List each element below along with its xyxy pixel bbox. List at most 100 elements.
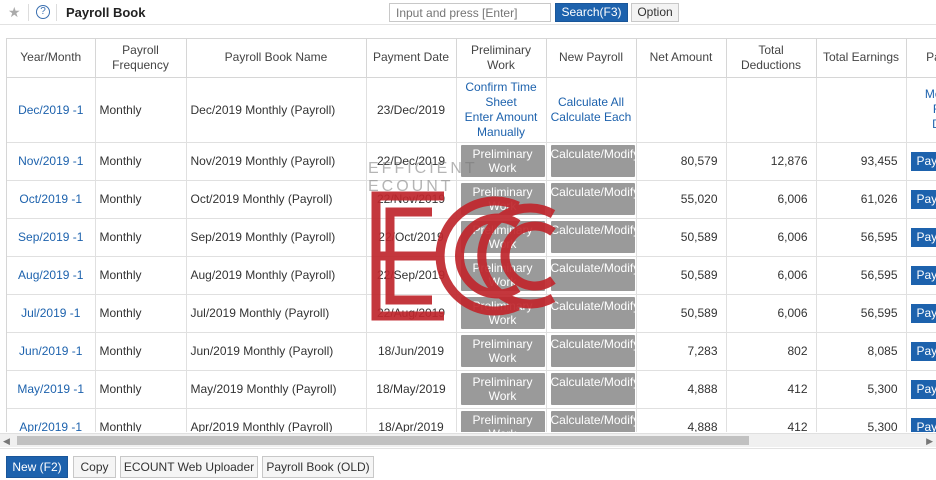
total-deductions-cell: 12,876 xyxy=(726,142,817,181)
preliminary-work-button[interactable]: Preliminary Work xyxy=(460,411,545,432)
total-earnings-cell: 56,595 xyxy=(816,256,907,295)
net-amount-cell: 50,589 xyxy=(636,294,727,333)
pay-cell: Pay xyxy=(906,332,936,371)
search-input[interactable] xyxy=(389,3,551,22)
calculate-modify-button[interactable]: Calculate/Modify xyxy=(550,335,635,367)
net-amount-cell: 7,283 xyxy=(636,332,727,371)
year-month-link[interactable]: Oct/2019 -1 xyxy=(7,180,96,219)
calculate-each-link[interactable]: Calculate Each xyxy=(551,110,632,125)
pay-cell: Pay xyxy=(906,370,936,409)
calculate-modify-button[interactable]: Calculate/Modify xyxy=(550,373,635,405)
preliminary-work-button[interactable]: Preliminary Work xyxy=(460,259,545,291)
net-amount-cell xyxy=(636,77,727,143)
pay-button[interactable]: Pay xyxy=(910,417,936,432)
pay-column-link[interactable]: F xyxy=(911,102,936,117)
table-row[interactable]: Jun/2019 -1 Monthly Jun/2019 Monthly (Payr… xyxy=(7,332,936,371)
calculate-modify-button[interactable]: Calculate/Modify xyxy=(550,297,635,329)
scroll-thumb[interactable] xyxy=(17,436,749,445)
page-title: Payroll Book xyxy=(66,5,146,20)
frequency-cell: Monthly xyxy=(95,180,187,219)
enter-amount-manually-link[interactable]: Enter Amount Manually xyxy=(461,110,542,140)
confirm-time-sheet-link[interactable]: Confirm Time Sheet xyxy=(461,80,542,110)
table-row[interactable]: Apr/2019 -1 Monthly Apr/2019 Monthly (Payr… xyxy=(7,408,936,432)
calculate-modify-button[interactable]: Calculate/Modify xyxy=(550,259,635,291)
year-month-link[interactable]: Aug/2019 -1 xyxy=(7,256,96,295)
pay-button[interactable]: Pay xyxy=(910,151,936,171)
table-row[interactable]: Nov/2019 -1 Monthly Nov/2019 Monthly (Payr… xyxy=(7,142,936,181)
pay-button[interactable]: Pay xyxy=(910,303,936,323)
calculate-modify-button[interactable]: Calculate/Modify xyxy=(550,183,635,215)
preliminary-work-button[interactable]: Preliminary Work xyxy=(460,145,545,177)
pay-button[interactable]: Pay xyxy=(910,341,936,361)
calculate-cell: Calculate/Modify xyxy=(546,218,637,257)
total-earnings-cell: 5,300 xyxy=(816,408,907,432)
frequency-cell: Monthly xyxy=(95,77,187,143)
scroll-right-icon[interactable]: ▶ xyxy=(926,436,933,447)
payment-date-cell: 22/Oct/2019 xyxy=(366,218,457,257)
year-month-link[interactable]: Apr/2019 -1 xyxy=(7,408,96,432)
search-button[interactable]: Search(F3) xyxy=(555,3,628,22)
table-row[interactable]: May/2019 -1 Monthly May/2019 Monthly (Payr… xyxy=(7,370,936,409)
calculate-all-link[interactable]: Calculate All xyxy=(551,95,632,110)
pay-button[interactable]: Pay xyxy=(910,265,936,285)
payment-date-cell: 22/Nov/2019 xyxy=(366,180,457,219)
pay-column-link[interactable]: D xyxy=(911,117,936,132)
pay-button[interactable]: Pay xyxy=(910,227,936,247)
preliminary-work-button[interactable]: Preliminary Work xyxy=(460,297,545,329)
option-button[interactable]: Option xyxy=(631,3,679,22)
total-deductions-cell: 6,006 xyxy=(726,218,817,257)
preliminary-work-button[interactable]: Preliminary Work xyxy=(460,335,545,367)
preliminary-cell: Preliminary Work xyxy=(456,142,547,181)
pay-cell: Pay xyxy=(906,142,936,181)
year-month-link[interactable]: May/2019 -1 xyxy=(7,370,96,409)
pay-cell: Pay xyxy=(906,218,936,257)
book-name-cell: Apr/2019 Monthly (Payroll) xyxy=(186,408,367,432)
calculate-cell: Calculate/Modify xyxy=(546,180,637,219)
calculate-modify-button[interactable]: Calculate/Modify xyxy=(550,221,635,253)
year-month-link[interactable]: Jul/2019 -1 xyxy=(7,294,96,333)
top-toolbar: ★ ? Payroll Book Search(F3) Option xyxy=(0,0,936,25)
preliminary-work-button[interactable]: Preliminary Work xyxy=(460,183,545,215)
pay-button[interactable]: Pay xyxy=(910,379,936,399)
column-header: Net Amount xyxy=(636,39,727,78)
table-row[interactable]: Oct/2019 -1 Monthly Oct/2019 Monthly (Payr… xyxy=(7,180,936,219)
horizontal-scrollbar[interactable]: ◀ ▶ xyxy=(0,433,936,447)
new-button[interactable]: New (F2) xyxy=(6,456,68,478)
year-month-link[interactable]: Nov/2019 -1 xyxy=(7,142,96,181)
table-row[interactable]: Sep/2019 -1 Monthly Sep/2019 Monthly (Payr… xyxy=(7,218,936,257)
year-month-link[interactable]: Dec/2019 -1 xyxy=(7,77,96,143)
copy-button[interactable]: Copy xyxy=(73,456,116,478)
year-month-link[interactable]: Sep/2019 -1 xyxy=(7,218,96,257)
total-deductions-cell: 6,006 xyxy=(726,294,817,333)
book-name-cell: Oct/2019 Monthly (Payroll) xyxy=(186,180,367,219)
pay-column-link[interactable]: Mod xyxy=(911,87,936,102)
star-icon[interactable]: ★ xyxy=(8,3,21,21)
calculate-modify-button[interactable]: Calculate/Modify xyxy=(550,411,635,432)
preliminary-work-button[interactable]: Preliminary Work xyxy=(460,373,545,405)
web-uploader-button[interactable]: ECOUNT Web Uploader xyxy=(120,456,258,478)
pay-cell: Pay xyxy=(906,256,936,295)
total-earnings-cell: 8,085 xyxy=(816,332,907,371)
payment-date-cell: 22/Dec/2019 xyxy=(366,142,457,181)
help-icon[interactable]: ? xyxy=(36,5,50,19)
pay-button[interactable]: Pay xyxy=(910,189,936,209)
calculate-modify-button[interactable]: Calculate/Modify xyxy=(550,145,635,177)
calculate-cell: Calculate/Modify xyxy=(546,256,637,295)
divider xyxy=(28,4,29,21)
payroll-book-old-button[interactable]: Payroll Book (OLD) xyxy=(262,456,374,478)
net-amount-cell: 4,888 xyxy=(636,370,727,409)
year-month-link[interactable]: Jun/2019 -1 xyxy=(7,332,96,371)
pay-links-cell: ModFD xyxy=(906,77,936,143)
net-amount-cell: 50,589 xyxy=(636,256,727,295)
book-name-cell: Jun/2019 Monthly (Payroll) xyxy=(186,332,367,371)
scroll-left-icon[interactable]: ◀ xyxy=(3,436,10,447)
table-row[interactable]: Aug/2019 -1 Monthly Aug/2019 Monthly (Payr… xyxy=(7,256,936,295)
total-deductions-cell xyxy=(726,77,817,143)
table-row[interactable]: Jul/2019 -1 Monthly Jul/2019 Monthly (Payr… xyxy=(7,294,936,333)
total-deductions-cell: 412 xyxy=(726,408,817,432)
table-header: Year/Month Payroll Frequency Payroll Book … xyxy=(7,39,936,78)
table-row[interactable]: Dec/2019 -1 Monthly Dec/2019 Monthly (Payr… xyxy=(7,77,936,143)
frequency-cell: Monthly xyxy=(95,294,187,333)
preliminary-work-button[interactable]: Preliminary Work xyxy=(460,221,545,253)
frequency-cell: Monthly xyxy=(95,408,187,432)
